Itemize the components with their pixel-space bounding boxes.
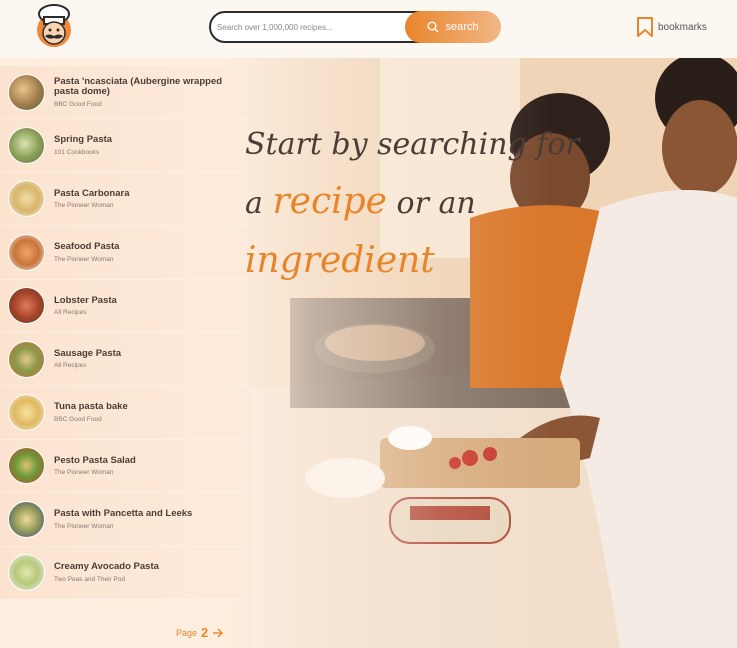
recipe-thumbnail bbox=[8, 394, 45, 432]
result-source: BBC Good Food bbox=[54, 100, 102, 108]
bookmark-icon bbox=[637, 17, 653, 37]
search-icon bbox=[427, 21, 439, 33]
result-item[interactable]: Tuna pasta bake BBC Good Food bbox=[0, 386, 246, 440]
result-source: Two Peas and Their Pod bbox=[54, 575, 126, 583]
recipe-thumbnail bbox=[8, 287, 45, 325]
result-title: Pasta 'ncasciata (Aubergine wrapped past… bbox=[54, 75, 223, 98]
result-text: Creamy Avocado Pasta Two Peas and Their … bbox=[54, 562, 234, 583]
result-title: Lobster Pasta bbox=[54, 294, 117, 306]
result-text: Sausage Pasta All Recipes bbox=[54, 347, 234, 370]
result-title: Sausage Pasta bbox=[54, 347, 122, 359]
result-item[interactable]: Spring Pasta 101 Cookbooks bbox=[0, 119, 246, 173]
recipe-thumbnail bbox=[8, 233, 45, 271]
search-button[interactable]: search bbox=[405, 11, 501, 43]
result-text: Spring Pasta 101 Cookbooks bbox=[54, 135, 234, 156]
result-item[interactable]: Seafood Pasta The Pioneer Woman bbox=[0, 226, 246, 280]
result-source: The Pioneer Woman bbox=[54, 522, 114, 530]
result-source: The Pioneer Woman bbox=[54, 202, 114, 210]
hero-line-2-a: a bbox=[245, 186, 263, 221]
result-text: Pesto Pasta Salad The Pioneer Woman bbox=[54, 454, 234, 477]
hero-line-2-b: or an bbox=[396, 186, 476, 221]
result-source: The Pioneer Woman bbox=[54, 469, 114, 477]
result-title: Spring Pasta bbox=[54, 134, 113, 146]
result-item[interactable]: Pasta with Pancetta and Leeks The Pionee… bbox=[0, 493, 246, 547]
result-text: Lobster Pasta All Recipes bbox=[54, 294, 234, 316]
page-word: Page bbox=[176, 627, 198, 638]
results-list: Pasta 'ncasciata (Aubergine wrapped past… bbox=[0, 66, 246, 600]
result-source: All Recipes bbox=[54, 309, 87, 316]
hero-message: Start by searching for a recipe or an in… bbox=[245, 116, 605, 289]
result-title: Pasta Carbonara bbox=[54, 187, 130, 199]
result-item[interactable]: Creamy Avocado Pasta Two Peas and Their … bbox=[0, 547, 246, 600]
page-number: 2 bbox=[201, 625, 209, 640]
search-button-label: search bbox=[445, 21, 479, 33]
chef-logo-icon[interactable] bbox=[31, 3, 77, 49]
hero-line-1: Start by searching for bbox=[245, 127, 580, 162]
hero-line-2: a recipe or an bbox=[245, 173, 605, 232]
recipe-thumbnail bbox=[8, 447, 45, 485]
result-item[interactable]: Sausage Pasta All Recipes bbox=[0, 333, 246, 387]
result-text: Tuna pasta bake BBC Good Food bbox=[54, 402, 234, 423]
result-title: Tuna pasta bake bbox=[54, 401, 128, 413]
result-source: All Recipes bbox=[54, 362, 87, 370]
result-title: Pesto Pasta Salad bbox=[54, 454, 136, 466]
search-input[interactable] bbox=[217, 17, 407, 37]
result-text: Seafood Pasta The Pioneer Woman bbox=[54, 242, 234, 263]
result-title: Seafood Pasta bbox=[54, 241, 120, 253]
result-title: Creamy Avocado Pasta bbox=[54, 561, 159, 573]
recipe-thumbnail bbox=[8, 500, 45, 538]
recipe-thumbnail bbox=[8, 554, 45, 592]
hero-accent-recipe: recipe bbox=[272, 181, 387, 222]
pagination-next-button[interactable]: Page 2 bbox=[176, 625, 224, 640]
arrow-right-icon bbox=[213, 628, 224, 637]
result-title: Pasta with Pancetta and Leeks bbox=[54, 508, 193, 520]
result-item[interactable]: Pasta 'ncasciata (Aubergine wrapped past… bbox=[0, 66, 246, 120]
bookmarks-button[interactable]: bookmarks bbox=[636, 15, 707, 39]
result-text: Pasta with Pancetta and Leeks The Pionee… bbox=[54, 509, 234, 530]
result-item[interactable]: Lobster Pasta All Recipes bbox=[0, 280, 246, 333]
hero-accent-ingredient: ingredient bbox=[245, 240, 435, 281]
result-source: BBC Good Food bbox=[54, 415, 102, 423]
result-text: Pasta Carbonara The Pioneer Woman bbox=[54, 187, 234, 210]
recipe-thumbnail bbox=[8, 127, 45, 165]
result-source: 101 Cookbooks bbox=[54, 148, 100, 156]
recipe-thumbnail bbox=[8, 73, 45, 111]
result-item[interactable]: Pesto Pasta Salad The Pioneer Woman bbox=[0, 440, 246, 494]
bookmarks-label: bookmarks bbox=[658, 21, 707, 33]
result-text: Pasta 'ncasciata (Aubergine wrapped past… bbox=[54, 75, 234, 108]
result-item[interactable]: Pasta Carbonara The Pioneer Woman bbox=[0, 173, 246, 227]
app-header: search bookmarks bbox=[0, 0, 737, 58]
result-source: The Pioneer Woman bbox=[54, 255, 114, 263]
recipe-thumbnail bbox=[8, 340, 45, 378]
search-form: search bbox=[209, 11, 501, 43]
recipe-thumbnail bbox=[8, 180, 45, 218]
